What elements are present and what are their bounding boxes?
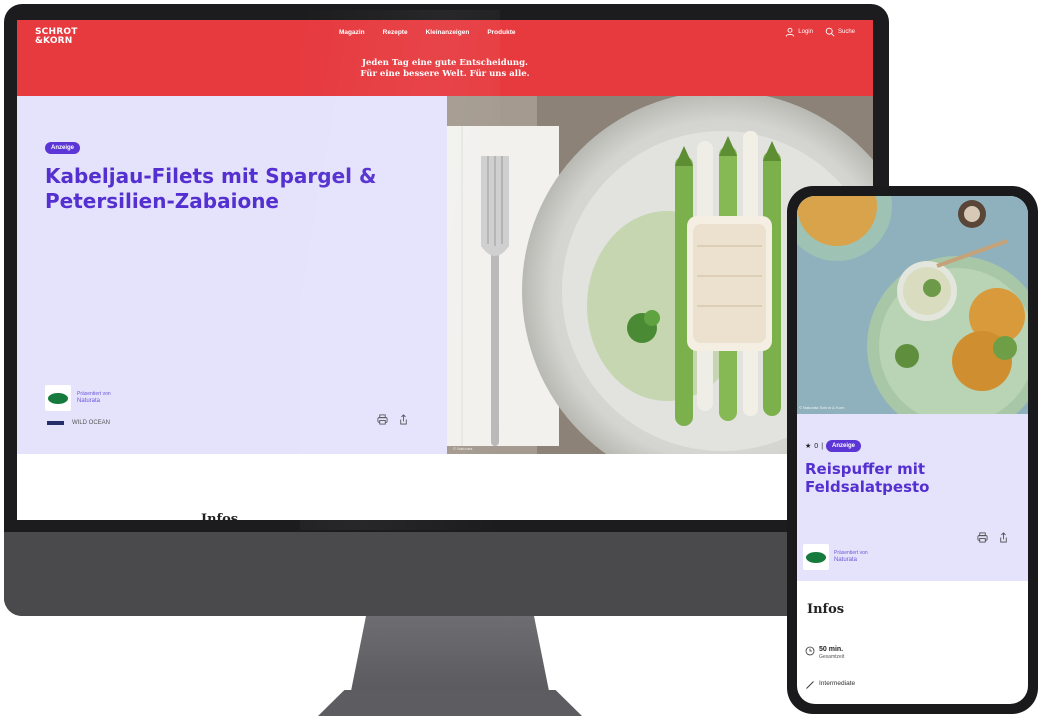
print-icon[interactable] — [377, 414, 388, 425]
print-icon[interactable] — [977, 532, 988, 543]
photo-caption-mobile: © Naturata Schrot & Korn — [799, 405, 845, 410]
info-difficulty: Intermediate — [805, 680, 855, 690]
phone-screen: © Naturata Schrot & Korn ★ 0 | Anzeige R… — [797, 196, 1028, 704]
header-tools: Login Suche — [785, 27, 855, 37]
recipe-title-mobile: Reispuffer mit Feldsalatpesto — [805, 460, 930, 496]
login-button[interactable]: Login — [785, 27, 813, 37]
desktop-screen: SCHROT &KORN Magazin Rezepte Kleinanzeig… — [17, 20, 873, 520]
nav-item-rezepte[interactable]: Rezepte — [383, 29, 408, 36]
recipe-card-mobile: ★ 0 | Anzeige Reispuffer mit Feldsalatpe… — [797, 414, 1028, 581]
mockup-stage: SCHROT &KORN Magazin Rezepte Kleinanzeig… — [0, 0, 1039, 716]
nav-item-magazin[interactable]: Magazin — [339, 29, 365, 36]
ad-badge: Anzeige — [45, 142, 81, 154]
main-nav: Magazin Rezepte Kleinanzeigen Produkte — [339, 29, 515, 36]
header-tagline: Jeden Tag eine gute Entscheidung. Für ei… — [360, 58, 530, 79]
recipe-hero-card: Anzeige Kabeljau-Filets mit Spargel & Pe… — [17, 96, 447, 454]
share-icon[interactable] — [998, 532, 1009, 543]
sponsor-block[interactable]: Präsentiert von Naturata — [45, 378, 179, 418]
rating-row: ★ 0 | Anzeige — [805, 440, 862, 452]
user-icon — [786, 27, 795, 37]
site-header: SCHROT &KORN Magazin Rezepte Kleinanzeig… — [17, 20, 873, 96]
infos-section: Infos — [17, 454, 873, 520]
nav-item-kleinanzeigen[interactable]: Kleinanzeigen — [426, 29, 470, 36]
infos-heading-mobile: Infos — [807, 602, 845, 617]
hero-actions — [377, 414, 409, 425]
partner-logo-row: WILD OCEAN — [47, 420, 110, 426]
info-time: 50 min. Gesamtzeit — [805, 646, 844, 660]
mobile-actions — [977, 532, 1009, 543]
search-button[interactable]: Suche — [825, 27, 855, 37]
recipe-photo-mobile: © Naturata Schrot & Korn — [797, 196, 1028, 414]
photo-caption: © Naturata — [453, 446, 473, 451]
rating-count: 0 — [814, 442, 819, 450]
reispuffer-dish-image — [797, 196, 1028, 414]
rating-divider: | — [821, 442, 824, 450]
search-icon — [825, 27, 835, 37]
monitor-stand — [350, 616, 550, 696]
pencil-icon — [806, 681, 814, 689]
sponsor-logo-mobile — [803, 544, 829, 570]
monitor-chin — [4, 532, 889, 616]
sponsor-logo — [45, 385, 71, 411]
nav-item-produkte[interactable]: Produkte — [487, 29, 515, 36]
sponsor-block-mobile[interactable]: Präsentiert von Naturata — [803, 542, 921, 572]
partner-logo — [47, 421, 64, 425]
monitor-stand-base — [318, 690, 582, 716]
share-icon[interactable] — [398, 414, 409, 425]
star-icon: ★ — [805, 443, 812, 450]
infos-heading: Infos — [201, 512, 239, 520]
clock-icon — [805, 646, 815, 656]
recipe-title: Kabeljau-Filets mit Spargel & Petersilie… — [45, 164, 377, 213]
ad-badge-mobile: Anzeige — [826, 440, 862, 452]
site-logo[interactable]: SCHROT &KORN — [35, 28, 78, 46]
